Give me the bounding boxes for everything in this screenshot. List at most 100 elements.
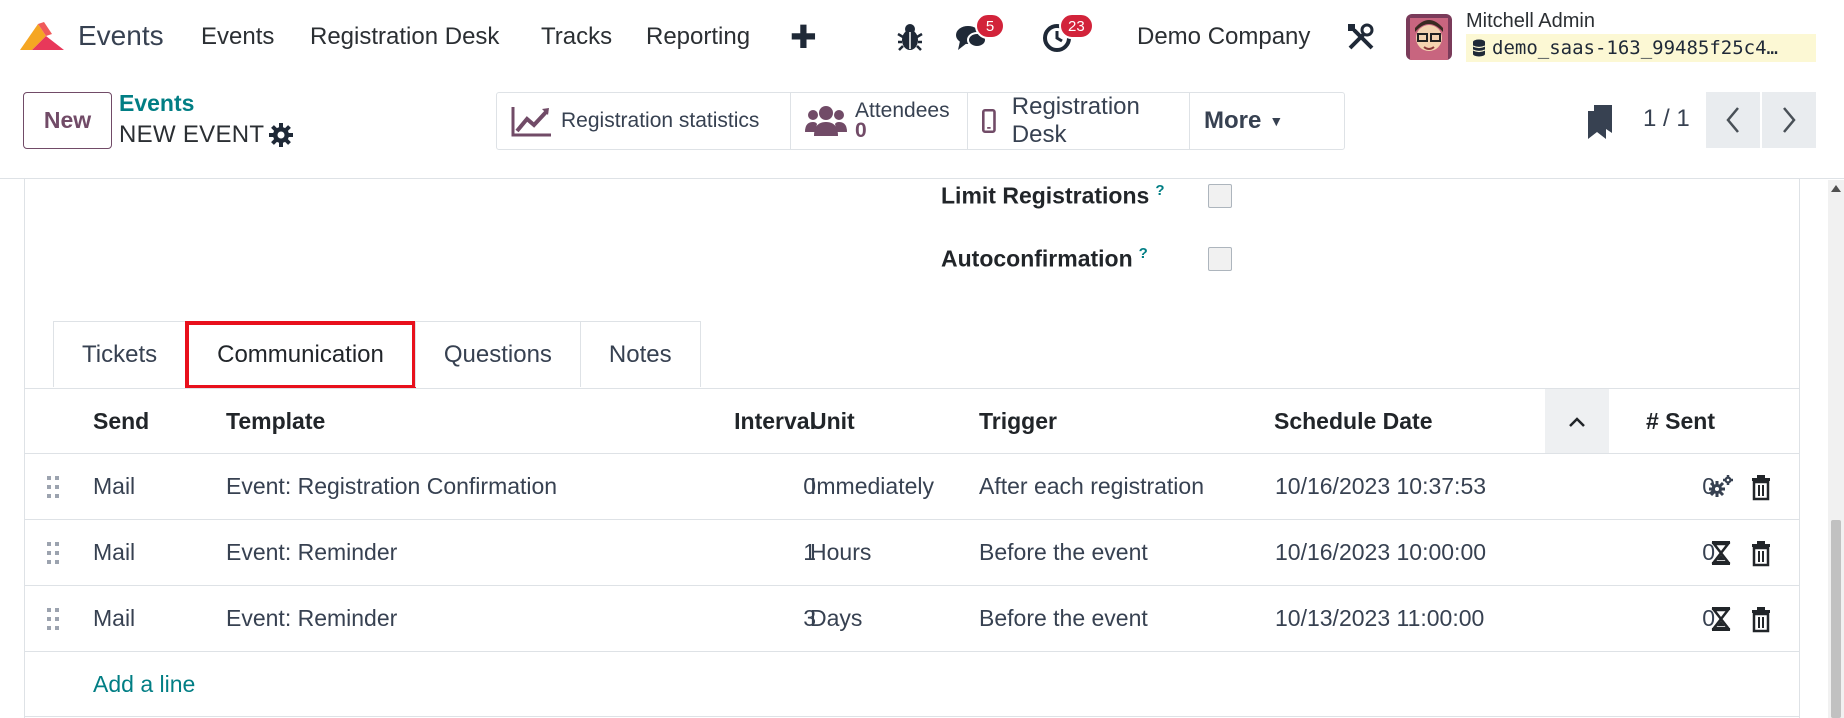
- cell-template[interactable]: Event: Reminder: [226, 586, 397, 651]
- cell-interval[interactable]: 3: [685, 586, 816, 651]
- limit-registrations-checkbox[interactable]: [1208, 184, 1232, 208]
- cell-unit[interactable]: Immediately: [810, 454, 934, 519]
- drag-handle-icon[interactable]: [45, 540, 61, 566]
- cell-interval[interactable]: 0: [685, 454, 816, 519]
- hourglass-icon: [1711, 541, 1731, 565]
- notebook-tabs: Tickets Communication Questions Notes: [53, 321, 701, 389]
- hourglass-icon: [1711, 607, 1731, 631]
- chevron-up-icon: [1569, 416, 1585, 427]
- cell-unit[interactable]: Hours: [810, 520, 871, 585]
- cell-schedule-date[interactable]: 10/16/2023 10:00:00: [1275, 520, 1486, 585]
- registration-desk-button[interactable]: Registration Desk: [968, 93, 1190, 149]
- plus-icon[interactable]: ✚: [790, 18, 817, 56]
- gears-icon[interactable]: [1707, 473, 1735, 501]
- trash-icon[interactable]: [1747, 605, 1775, 633]
- gear-icon[interactable]: [268, 122, 294, 148]
- trash-icon[interactable]: [1747, 473, 1775, 501]
- more-dropdown[interactable]: More ▼: [1190, 93, 1344, 149]
- column-sent[interactable]: # Sent: [1615, 389, 1715, 453]
- activities-badge: 23: [1059, 13, 1094, 39]
- help-tooltip-icon[interactable]: ?: [1155, 182, 1164, 199]
- app-name[interactable]: Events: [78, 20, 164, 52]
- top-navbar: Events Events Registration Desk Tracks R…: [0, 0, 1844, 75]
- attendees-button[interactable]: Attendees 0: [791, 93, 968, 149]
- column-schedule-date[interactable]: Schedule Date: [1274, 389, 1433, 453]
- user-avatar[interactable]: [1406, 14, 1452, 60]
- cell-schedule-date[interactable]: 10/13/2023 11:00:00: [1275, 586, 1484, 651]
- tab-communication[interactable]: Communication: [185, 321, 416, 389]
- cell-send[interactable]: Mail: [93, 520, 135, 585]
- cell-send[interactable]: Mail: [93, 454, 135, 519]
- pager-value[interactable]: 1 / 1: [1643, 105, 1690, 133]
- menu-events[interactable]: Events: [201, 23, 274, 51]
- table-row[interactable]: Mail Event: Reminder 1 Hours Before the …: [25, 519, 1799, 585]
- cell-trigger[interactable]: After each registration: [979, 454, 1204, 519]
- user-name[interactable]: Mitchell Admin: [1466, 10, 1595, 33]
- cell-schedule-date[interactable]: 10/16/2023 10:37:53: [1275, 454, 1486, 519]
- cell-sent: 0: [1702, 473, 1715, 499]
- tab-questions[interactable]: Questions: [414, 321, 581, 387]
- page-scrollbar[interactable]: [1828, 180, 1844, 718]
- caret-down-icon: ▼: [1269, 113, 1284, 129]
- cell-template[interactable]: Event: Reminder: [226, 520, 397, 585]
- breadcrumb-events[interactable]: Events: [119, 90, 194, 117]
- table-row[interactable]: Mail Event: Registration Confirmation 0 …: [25, 453, 1799, 519]
- communication-table: Send Template Interval Unit Trigger Sche…: [25, 388, 1799, 717]
- column-send[interactable]: Send: [93, 389, 149, 453]
- registration-desk-label: Registration Desk: [1011, 93, 1140, 148]
- column-template[interactable]: Template: [226, 389, 325, 453]
- cell-interval[interactable]: 1: [685, 520, 816, 585]
- column-interval[interactable]: Interval: [685, 389, 816, 453]
- events-app-logo[interactable]: [18, 20, 66, 54]
- cell-trigger[interactable]: Before the event: [979, 520, 1148, 585]
- help-tooltip-icon[interactable]: ?: [1139, 245, 1148, 262]
- table-header-row: Send Template Interval Unit Trigger Sche…: [25, 388, 1799, 454]
- cell-sent: 0: [1702, 539, 1715, 565]
- chevron-left-icon: [1726, 107, 1739, 133]
- tab-notes[interactable]: Notes: [579, 321, 701, 387]
- autoconfirmation-checkbox[interactable]: [1208, 247, 1232, 271]
- table-row[interactable]: Mail Event: Reminder 3 Days Before the e…: [25, 585, 1799, 651]
- cell-sent: 0: [1702, 605, 1715, 631]
- mobile-icon: [982, 108, 996, 134]
- scrollbar-thumb[interactable]: [1831, 520, 1841, 718]
- company-switcher[interactable]: Demo Company: [1137, 23, 1310, 51]
- messages-badge: 5: [975, 13, 1005, 39]
- tools-icon[interactable]: [1344, 20, 1378, 54]
- area-chart-icon: [511, 107, 551, 137]
- registration-statistics-label: Registration statistics: [561, 109, 760, 132]
- database-chip: demo_saas-163_99485f25c4…: [1466, 34, 1816, 62]
- trash-icon[interactable]: [1747, 539, 1775, 567]
- registration-statistics-button[interactable]: Registration statistics: [497, 93, 791, 149]
- bookmark-icon[interactable]: [1588, 105, 1612, 139]
- cell-unit[interactable]: Days: [810, 586, 862, 651]
- database-icon: [1472, 39, 1486, 57]
- smart-buttons: Registration statistics Attendees 0 Regi…: [496, 92, 1345, 150]
- more-label: More: [1204, 107, 1262, 134]
- pager-next-button[interactable]: [1762, 92, 1816, 148]
- column-unit[interactable]: Unit: [810, 389, 855, 453]
- drag-handle-icon[interactable]: [45, 474, 61, 500]
- menu-reporting[interactable]: Reporting: [646, 23, 750, 51]
- menu-tracks[interactable]: Tracks: [541, 23, 612, 51]
- add-line-link[interactable]: Add a line: [93, 652, 195, 716]
- attendees-count: 0: [855, 119, 867, 142]
- sort-toggle[interactable]: [1545, 389, 1609, 454]
- tab-tickets[interactable]: Tickets: [53, 321, 187, 387]
- users-icon: [805, 106, 847, 136]
- drag-handle-icon[interactable]: [45, 606, 61, 632]
- cell-send[interactable]: Mail: [93, 586, 135, 651]
- attendees-label: Attendees: [855, 99, 950, 122]
- autoconfirmation-label: Autoconfirmation?: [941, 245, 1148, 272]
- record-title: NEW EVENT: [119, 121, 265, 148]
- menu-registration-desk[interactable]: Registration Desk: [310, 23, 499, 51]
- column-trigger[interactable]: Trigger: [979, 389, 1057, 453]
- bug-icon[interactable]: [893, 20, 927, 54]
- new-button[interactable]: New: [23, 92, 112, 149]
- scroll-up-arrow-icon[interactable]: [1828, 182, 1844, 196]
- control-panel: New Events NEW EVENT Registration statis…: [0, 75, 1844, 179]
- cell-template[interactable]: Event: Registration Confirmation: [226, 454, 557, 519]
- chevron-right-icon: [1783, 107, 1796, 133]
- cell-trigger[interactable]: Before the event: [979, 586, 1148, 651]
- pager-previous-button[interactable]: [1706, 92, 1760, 148]
